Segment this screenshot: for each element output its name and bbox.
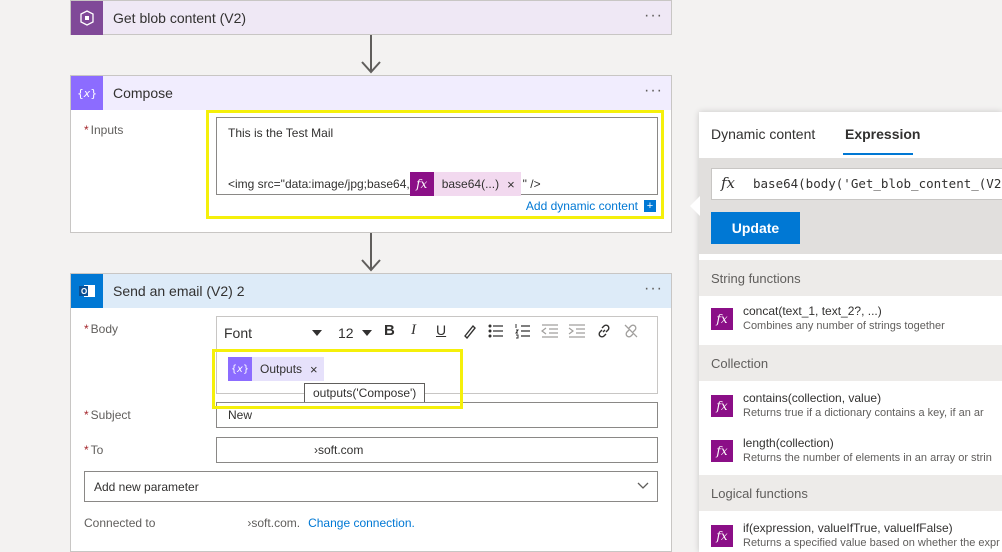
chevron-down-icon-param <box>637 482 649 489</box>
subject-value: New <box>228 408 253 422</box>
compose-step-title: Compose <box>113 85 173 101</box>
function-name: if(expression, valueIfTrue, valueIfFalse… <box>743 521 953 535</box>
section-header: Logical functions <box>699 475 1002 511</box>
inputs-field[interactable]: This is the Test Mail <img src="data:ima… <box>216 117 658 196</box>
add-dynamic-content-link[interactable]: Add dynamic content + <box>526 199 656 213</box>
function-item[interactable]: fx length(collection) Returns the number o… <box>699 436 1002 474</box>
svg-text:O: O <box>81 287 87 296</box>
font-select[interactable]: Font <box>224 323 322 343</box>
function-description: Combines any number of strings together <box>743 320 945 332</box>
underline-icon[interactable]: U <box>436 322 446 338</box>
inputs-line-2-prefix: <img src="data:image/jpg;base64, <box>228 177 410 191</box>
unlink-icon[interactable] <box>623 323 639 339</box>
indent-icon[interactable] <box>568 323 586 339</box>
inputs-line-2: <img src="data:image/jpg;base64, fx base… <box>228 172 541 196</box>
compose-icon: {x} <box>71 76 103 110</box>
function-description: Returns true if a dictionary contains a … <box>743 407 984 419</box>
blob-step-card[interactable]: Get blob content (V2) ··· <box>70 0 672 35</box>
link-icon[interactable] <box>596 323 612 339</box>
body-label: * Body <box>84 322 119 336</box>
arrow-down-icon <box>361 61 381 74</box>
outputs-token-remove[interactable]: × <box>310 362 324 377</box>
function-item[interactable]: fx contains(collection, value) Returns tru… <box>699 391 1002 429</box>
function-name: contains(collection, value) <box>743 391 882 405</box>
outdent-icon[interactable] <box>541 323 559 339</box>
expression-text: base64(body('Get_blob_content_(V2 <box>753 176 1002 191</box>
expression-input[interactable]: fx base64(body('Get_blob_content_(V2 <box>711 168 1002 200</box>
outputs-token-label: Outputs <box>260 362 303 376</box>
outputs-tooltip: outputs('Compose') <box>304 383 426 403</box>
base64-token[interactable]: fx base64(...) × <box>409 172 521 196</box>
outputs-token[interactable]: {x} Outputs × <box>228 357 324 381</box>
connected-to-row: Connected to ›soft.com. Change connectio… <box>84 516 415 530</box>
update-button[interactable]: Update <box>711 212 800 244</box>
size-chevron-icon <box>362 330 372 336</box>
section-header: String functions <box>699 260 1002 296</box>
add-new-parameter-label: Add new parameter <box>94 480 199 494</box>
fx-icon: fx <box>409 172 434 196</box>
fx-icon: fx <box>711 308 733 330</box>
arrow-down-icon-2 <box>361 259 381 272</box>
function-name: concat(text_1, text_2?, ...) <box>743 304 882 318</box>
function-item[interactable]: fx if(expression, valueIfTrue, valueIfFal… <box>699 521 1002 552</box>
function-description: Returns the number of elements in an arr… <box>743 452 992 464</box>
dynamic-content-panel: Dynamic content Expression fx base64(bod… <box>699 112 1002 552</box>
blob-storage-icon <box>71 1 103 35</box>
inputs-label: * Inputs <box>84 123 124 137</box>
blob-step-title: Get blob content (V2) <box>113 10 247 26</box>
inputs-line-1: This is the Test Mail <box>228 126 334 140</box>
connected-to-label: Connected to <box>84 516 156 530</box>
base64-token-remove[interactable]: × <box>507 177 521 192</box>
fx-icon: fx <box>711 525 733 547</box>
chevron-down-icon <box>312 330 322 336</box>
blob-step-menu[interactable]: ··· <box>644 8 663 24</box>
outlook-icon: O <box>71 274 103 308</box>
italic-icon[interactable]: I <box>411 322 416 339</box>
bulleted-list-icon[interactable] <box>488 323 504 339</box>
subject-label: * Subject <box>84 408 131 422</box>
email-step-title: Send an email (V2) 2 <box>113 283 245 299</box>
function-name: length(collection) <box>743 436 834 450</box>
compose-token-icon: {x} <box>228 357 252 381</box>
base64-token-label: base64(...) <box>441 177 500 191</box>
function-item[interactable]: fx concat(text_1, text_2?, ...) Combines a… <box>699 304 1002 342</box>
tab-expression[interactable]: Expression <box>845 126 920 142</box>
connected-to-value: ›soft.com. <box>247 516 301 530</box>
function-list: String functions fx concat(text_1, text_2?… <box>699 260 1002 552</box>
fx-icon: fx <box>711 440 733 462</box>
inputs-line-2-suffix: " /> <box>522 177 541 191</box>
font-size-select[interactable]: 12 <box>338 323 372 343</box>
change-connection-link[interactable]: Change connection. <box>308 516 415 530</box>
to-value: ›soft.com <box>314 443 364 457</box>
to-field[interactable]: ›soft.com <box>216 437 658 463</box>
highlight-pen-icon[interactable] <box>462 323 478 339</box>
tab-expression-underline <box>843 153 913 155</box>
fx-icon: fx <box>711 395 733 417</box>
email-step-menu[interactable]: ··· <box>644 281 663 297</box>
section-header: Collection <box>699 345 1002 381</box>
panel-pointer <box>690 196 700 216</box>
function-description: Returns a specified value based on wheth… <box>743 537 1000 549</box>
to-label: * To <box>84 443 104 457</box>
expression-area: fx base64(body('Get_blob_content_(V2 Upd… <box>699 158 1002 254</box>
add-new-parameter-dropdown[interactable]: Add new parameter <box>84 471 658 502</box>
email-step-card: O Send an email (V2) 2 ··· * Body Font 12… <box>70 273 672 552</box>
bold-icon[interactable]: B <box>384 322 395 339</box>
numbered-list-icon[interactable] <box>515 323 531 339</box>
subject-field[interactable]: New <box>216 402 658 428</box>
compose-step-menu[interactable]: ··· <box>644 83 663 99</box>
compose-step-card: {x} Compose ··· * Inputs This is the Test… <box>70 75 672 233</box>
tab-dynamic-content[interactable]: Dynamic content <box>711 126 815 142</box>
add-plus-icon: + <box>644 200 656 212</box>
fx-icon: fx <box>721 174 736 192</box>
